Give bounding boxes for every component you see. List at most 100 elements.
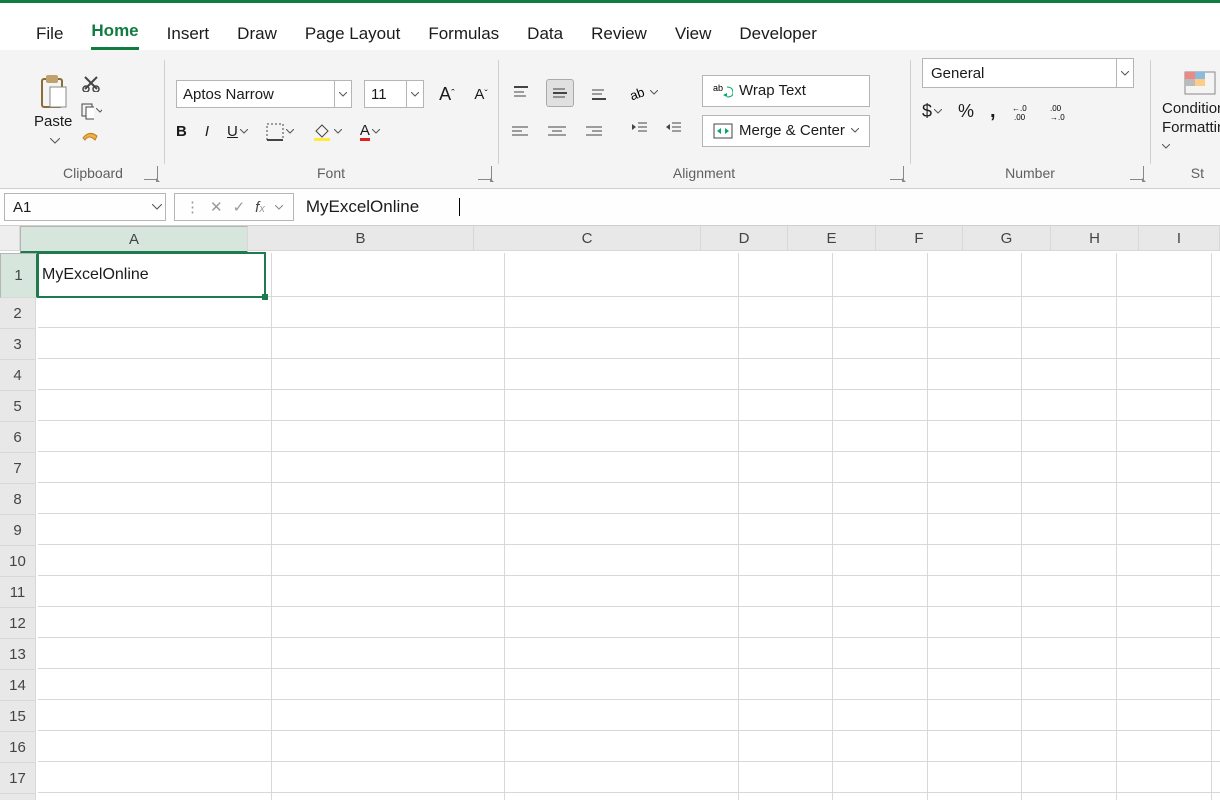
cell[interactable]	[1117, 793, 1212, 800]
cell[interactable]	[38, 793, 272, 800]
format-painter-icon[interactable]	[80, 128, 102, 150]
cell[interactable]	[739, 700, 833, 731]
column-header[interactable]: F	[876, 226, 963, 251]
cell[interactable]	[1022, 793, 1117, 800]
cell[interactable]	[1022, 762, 1117, 793]
cell[interactable]	[928, 359, 1022, 390]
increase-font-icon[interactable]: Aˆ	[436, 83, 458, 105]
cell[interactable]	[1117, 421, 1212, 452]
cell[interactable]	[928, 514, 1022, 545]
cell[interactable]	[272, 514, 505, 545]
cell[interactable]	[739, 421, 833, 452]
cell[interactable]	[505, 762, 739, 793]
cell[interactable]	[739, 762, 833, 793]
copy-icon[interactable]	[80, 100, 102, 122]
column-header[interactable]: H	[1051, 226, 1139, 251]
cell[interactable]	[38, 638, 272, 669]
comma-format-button[interactable]: ,	[990, 100, 996, 123]
cell[interactable]	[38, 576, 272, 607]
row-header[interactable]: 3	[0, 329, 36, 360]
cell[interactable]	[833, 421, 928, 452]
cell[interactable]	[739, 793, 833, 800]
cell[interactable]	[1117, 514, 1212, 545]
cell[interactable]	[1117, 253, 1212, 297]
merge-center-button[interactable]: Merge & Center	[702, 115, 870, 147]
cell[interactable]	[505, 731, 739, 762]
cell[interactable]	[833, 607, 928, 638]
align-center-icon[interactable]	[546, 121, 568, 143]
cell[interactable]	[833, 576, 928, 607]
cell[interactable]	[505, 576, 739, 607]
chevron-down-icon[interactable]	[334, 81, 351, 107]
cell[interactable]	[833, 514, 928, 545]
font-name-select[interactable]: Aptos Narrow	[176, 80, 352, 108]
tab-data[interactable]: Data	[527, 24, 563, 50]
cell[interactable]	[272, 297, 505, 328]
cell[interactable]	[1212, 669, 1220, 700]
cell[interactable]	[1212, 731, 1220, 762]
more-icon[interactable]: ⋮	[185, 198, 200, 216]
cell[interactable]	[272, 390, 505, 421]
cell[interactable]	[739, 545, 833, 576]
column-header[interactable]: I	[1139, 226, 1220, 251]
cell[interactable]	[38, 297, 272, 328]
cell[interactable]	[1212, 514, 1220, 545]
cell[interactable]	[1022, 483, 1117, 514]
cell[interactable]	[505, 607, 739, 638]
formula-input[interactable]: MyExcelOnline	[294, 189, 1220, 225]
cell[interactable]	[272, 731, 505, 762]
cell[interactable]	[928, 669, 1022, 700]
cell[interactable]	[833, 253, 928, 297]
decrease-font-icon[interactable]: Aˇ	[470, 83, 492, 105]
cell[interactable]	[739, 328, 833, 359]
align-middle-icon[interactable]	[546, 79, 574, 107]
row-header[interactable]: 2	[0, 298, 36, 329]
cell[interactable]	[272, 793, 505, 800]
cell[interactable]	[833, 545, 928, 576]
cell[interactable]	[1117, 483, 1212, 514]
cell[interactable]	[38, 452, 272, 483]
tab-draw[interactable]: Draw	[237, 24, 277, 50]
cell[interactable]	[833, 359, 928, 390]
cell[interactable]	[928, 253, 1022, 297]
cell[interactable]	[272, 762, 505, 793]
bold-button[interactable]: B	[176, 123, 187, 140]
row-header[interactable]: 15	[0, 701, 36, 732]
cell[interactable]	[1117, 359, 1212, 390]
cell[interactable]	[928, 638, 1022, 669]
underline-button[interactable]: U	[227, 123, 248, 140]
row-header[interactable]: 1	[0, 253, 38, 298]
cell[interactable]	[928, 328, 1022, 359]
cell[interactable]	[272, 576, 505, 607]
cell[interactable]	[1212, 390, 1220, 421]
enter-icon[interactable]: ✓	[233, 198, 246, 216]
cell[interactable]	[505, 253, 739, 297]
tab-view[interactable]: View	[675, 24, 712, 50]
cell[interactable]	[1117, 452, 1212, 483]
cell[interactable]	[505, 793, 739, 800]
cell[interactable]	[833, 762, 928, 793]
cell-grid[interactable]: MyExcelOnline	[38, 253, 1220, 800]
cell[interactable]	[739, 669, 833, 700]
column-header[interactable]: D	[701, 226, 788, 251]
column-header[interactable]: E	[788, 226, 876, 251]
row-header[interactable]: 7	[0, 453, 36, 484]
cell[interactable]	[833, 452, 928, 483]
decrease-decimal-icon[interactable]: .00→.0	[1050, 101, 1072, 123]
cell[interactable]	[1212, 762, 1220, 793]
cell[interactable]	[1022, 576, 1117, 607]
cell[interactable]	[1212, 700, 1220, 731]
increase-decimal-icon[interactable]: ←.0.00	[1012, 101, 1034, 123]
row-header[interactable]: 17	[0, 763, 36, 794]
cell[interactable]	[1117, 390, 1212, 421]
cell[interactable]	[928, 576, 1022, 607]
dialog-launcher-icon[interactable]	[144, 166, 158, 180]
cell[interactable]	[505, 669, 739, 700]
cell[interactable]	[38, 607, 272, 638]
cell[interactable]	[739, 390, 833, 421]
cell[interactable]	[1022, 545, 1117, 576]
dialog-launcher-icon[interactable]	[478, 166, 492, 180]
cell[interactable]	[1022, 731, 1117, 762]
cell[interactable]	[505, 545, 739, 576]
cell[interactable]	[1212, 297, 1220, 328]
